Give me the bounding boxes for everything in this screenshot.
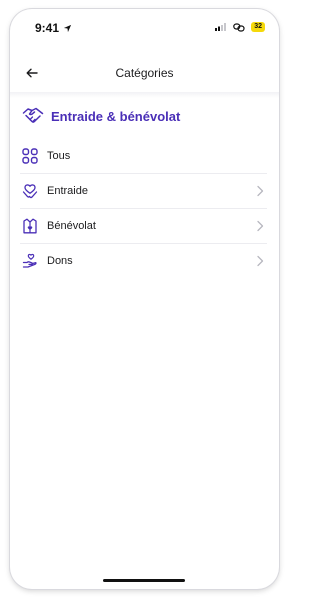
section-header: Entraide & bénévolat: [22, 105, 180, 127]
list-item-label: Entraide: [47, 185, 88, 197]
status-time-group: 9:41: [35, 21, 72, 35]
location-arrow-icon: [63, 24, 72, 32]
chevron-right-icon: [257, 255, 264, 267]
list-item-label: Dons: [47, 255, 73, 267]
phone-screen: 9:41 32 Catégories Entraide & bénévolat …: [10, 9, 279, 589]
list-item-label: Bénévolat: [47, 220, 96, 232]
list-item-dons[interactable]: Dons: [20, 244, 267, 278]
nav-divider: [10, 92, 279, 98]
category-list: Tous Entraide Bénévolat Dons: [10, 139, 279, 278]
list-item-tous[interactable]: Tous: [20, 139, 267, 174]
nav-bar: Catégories: [10, 53, 279, 93]
handshake-heart-icon: [21, 182, 39, 200]
grid-icon: [21, 147, 39, 165]
volunteer-vest-icon: [21, 217, 39, 235]
chevron-right-icon: [257, 220, 264, 232]
list-item-entraide[interactable]: Entraide: [20, 174, 267, 209]
section-title: Entraide & bénévolat: [51, 108, 181, 124]
status-indicators: 32: [215, 22, 265, 32]
chevron-right-icon: [257, 185, 264, 197]
status-bar: 9:41 32: [10, 9, 279, 45]
signal-icon: [215, 23, 227, 31]
battery-level: 32: [251, 22, 265, 32]
link-icon: [233, 22, 245, 32]
home-indicator: [103, 579, 185, 582]
list-item-label: Tous: [47, 150, 71, 162]
status-time: 9:41: [35, 21, 60, 35]
page-title: Catégories: [115, 66, 174, 80]
donation-hand-heart-icon: [21, 252, 39, 270]
handshake-icon: [22, 107, 44, 123]
list-item-benevolat[interactable]: Bénévolat: [20, 209, 267, 244]
